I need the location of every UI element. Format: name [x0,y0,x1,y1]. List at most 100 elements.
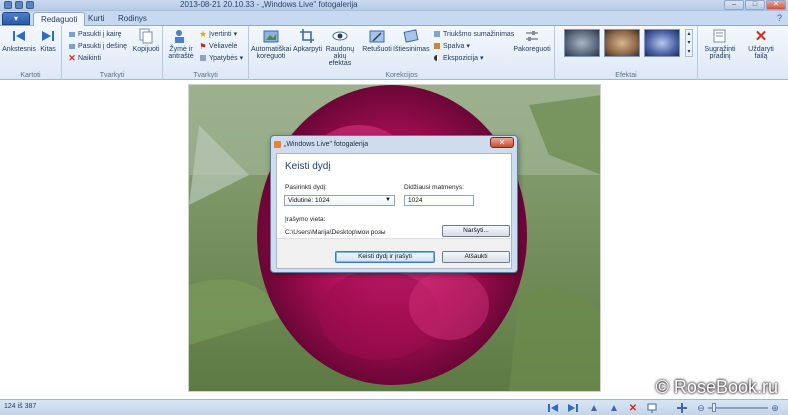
window-controls: – □ ✕ [724,0,786,10]
zoom-slider-thumb[interactable] [712,403,716,412]
rotate-left-button[interactable]: Pasukti į kairę [68,29,122,39]
rotate-right-icon [68,42,76,50]
crop-button[interactable]: Apkarpyti [293,28,322,53]
properties-icon [199,54,207,62]
exposure-button[interactable]: Ekspozicija ▾ [433,53,484,63]
undo-icon[interactable] [15,1,23,9]
previous-icon [10,28,28,44]
retouch-button[interactable]: Retušuoti [361,28,393,53]
chevron-down-icon: ▾ [239,55,244,62]
zoom-slider[interactable] [708,407,768,409]
dialog-close-button[interactable]: ✕ [490,137,514,148]
copy-icon [137,28,155,44]
tab-rodinys[interactable]: Rodinys [111,12,154,26]
delete-icon[interactable]: ✕ [628,403,638,414]
cancel-button[interactable]: Atšaukti [442,251,510,263]
noise-reduction-button[interactable]: Triukšmo sumažinimas [433,29,514,39]
save-location-label: Įrašymo vieta: [285,216,326,223]
maximize-button[interactable]: □ [745,0,765,10]
group-label: Tvarkyti [99,72,125,79]
slideshow-icon[interactable] [647,403,657,413]
eye-icon [331,28,349,44]
sliders-icon [523,28,541,44]
next-button[interactable]: Kitas [36,28,60,53]
redo-icon[interactable] [26,1,34,9]
properties-button[interactable]: Ypatybės ▾ [199,53,243,63]
color-button[interactable]: Spalva ▾ [433,41,470,51]
effects-scroll[interactable]: ▴ ▾ ▾ [685,29,693,57]
effect-black-white[interactable] [564,29,600,57]
previous-icon[interactable] [548,403,558,413]
tab-redaguoti[interactable]: Redaguoti [33,12,86,26]
save-location-path: C:\Users\Marija\Desktop\мои розы [285,229,386,236]
app-menu-button[interactable]: ▾ [2,12,30,25]
photo-count: 124 iš 387 [4,403,37,410]
revert-icon [711,28,729,44]
copy-button[interactable]: Kopijuoti [132,28,160,53]
tag-caption-button[interactable]: Žymė ir antraštė [166,28,196,60]
close-file-button[interactable]: ✕ Uždaryti failą [742,27,780,61]
group-korekcijos: Automatiškai koreguoti Apkarpyti Raudonų… [249,26,555,80]
minimize-button[interactable]: – [724,0,744,10]
effect-sepia[interactable] [604,29,640,57]
dialog-heading: Keisti dydį [285,161,331,172]
group-label: Kartoti [20,72,41,79]
zoom-out-icon[interactable]: ⊖ [696,403,706,413]
rotate-left-icon[interactable] [589,403,599,413]
dialog-footer: Keisti dydį ir įrašyti Atšaukti [277,238,511,268]
group-label: Efektai [615,72,637,79]
zoom-in-icon[interactable]: ⊕ [770,403,780,413]
group-end: Sugrąžinti pradinį ✕ Uždaryti failą [698,26,788,80]
group-kartoti: Ankstesnis Kitas Kartoti [0,26,62,80]
noise-icon [433,30,441,38]
gallery-icon [274,140,281,148]
fine-tune-button[interactable]: Pakoreguoti [511,28,553,53]
rotate-right-button[interactable]: Pasukti į dešinę [68,41,127,51]
revert-button[interactable]: Sugrąžinti pradinį [700,28,740,60]
group-label: Tvarkyti [193,72,218,79]
quick-access-toolbar [4,1,34,10]
browse-button[interactable]: Naršyti... [442,225,510,237]
flag-icon: ⚑ [199,41,207,51]
delete-icon: ✕ [68,52,76,63]
next-icon [39,28,57,44]
color-icon [433,42,441,50]
group-efektai: ▴ ▾ ▾ Efektai [555,26,698,80]
window-title: 2013-08-21 20.10.33 - „Windows Live" fot… [180,0,358,9]
straighten-button[interactable]: Ištiesinimas [393,28,430,53]
auto-adjust-button[interactable]: Automatiškai koreguoti [251,28,291,60]
auto-adjust-icon [262,28,280,44]
red-eye-button[interactable]: Raudonų akių efektas [323,28,357,67]
group-label: Korekcijos [385,72,418,79]
retouch-icon [368,28,386,44]
tag-icon [172,28,190,44]
resize-save-button[interactable]: Keisti dydį ir įrašyti [335,251,435,263]
flag-button[interactable]: ⚑ Vėliavėlė [199,41,237,51]
select-size-label: Pasirinkti dydį: [285,184,327,191]
size-select[interactable]: Vidutinė: 1024 ▼ [284,195,395,206]
group-tvarkyti-tags: Žymė ir antraštė ★ Įvertinti ▾ ⚑ Vėliavėlė … [163,26,249,80]
straighten-icon [402,28,420,44]
effect-cyan[interactable] [644,29,680,57]
rate-button[interactable]: ★ Įvertinti ▾ [199,29,237,39]
max-dimensions-input[interactable]: 1024 [404,195,474,206]
help-icon[interactable]: ? [777,13,782,23]
next-icon[interactable] [568,403,578,413]
chevron-down-icon: ▾ [233,31,238,38]
ribbon: Ankstesnis Kitas Kartoti Pasukti į kairę… [0,26,788,80]
rotate-right-icon[interactable] [609,403,619,413]
chevron-down-icon: ▾ [466,43,470,50]
title-bar: 2013-08-21 20.10.33 - „Windows Live" fot… [0,0,788,11]
close-window-button[interactable]: ✕ [766,0,786,10]
tab-kurti[interactable]: Kurti [81,12,111,26]
delete-button[interactable]: ✕ Naikinti [68,53,101,63]
rotate-left-icon [68,30,76,38]
star-icon: ★ [198,28,208,39]
previous-button[interactable]: Ankstesnis [2,28,36,53]
resize-dialog: „Windows Live" fotogalerija ✕ Keisti dyd… [270,135,518,273]
gallery-icon[interactable] [4,1,12,9]
max-dimensions-label: Didžiausi matmenys: [404,184,464,191]
close-icon: ✕ [754,27,768,45]
fit-icon[interactable] [677,403,687,413]
watermark: © RoseBook.ru [655,377,778,397]
